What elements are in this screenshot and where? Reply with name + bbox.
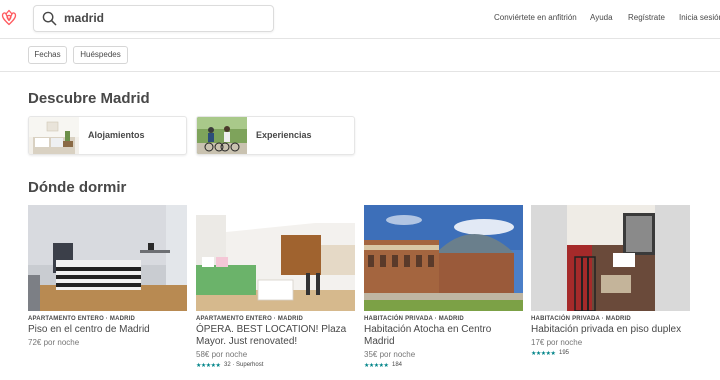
listing-kicker: APARTAMENTO ENTERO · MADRID — [196, 316, 304, 322]
listing-photo-duplex-room[interactable] — [531, 205, 690, 311]
experiences-thumbnail — [197, 117, 247, 154]
rating-stars: ★★★★★ — [531, 351, 556, 357]
search-input[interactable]: madrid — [33, 5, 274, 32]
airbnb-logo-icon[interactable] — [1, 9, 17, 27]
filter-bar: Fechas Huéspedes — [0, 39, 720, 72]
listing-title[interactable]: Piso en el centro de Madrid — [28, 324, 187, 336]
filter-guests-button[interactable]: Huéspedes — [73, 46, 128, 64]
listing-title[interactable]: Habitación privada en piso duplex — [531, 324, 690, 336]
listing-kicker: HABITACIÓN PRIVADA · MADRID — [364, 316, 464, 322]
listing-kicker: HABITACIÓN PRIVADA · MADRID — [531, 316, 631, 322]
review-count: 195 — [559, 350, 570, 356]
listing-photo-bedroom[interactable] — [28, 205, 187, 311]
listing-price: 72€ por noche — [28, 338, 80, 347]
search-icon — [42, 11, 57, 26]
discover-card-experiences[interactable]: Experiencias — [196, 116, 355, 155]
listing-title[interactable]: Habitación Atocha en Centro Madrid — [364, 324, 523, 348]
rating-stars: ★★★★★ — [196, 363, 221, 369]
nav-become-host[interactable]: Conviértete en anfitrión — [494, 13, 577, 22]
nav-login[interactable]: Inicia sesión — [679, 13, 720, 22]
discover-card-stays-label: Alojamientos — [88, 130, 145, 140]
discover-heading: Descubre Madrid — [28, 90, 150, 107]
listing-kicker: APARTAMENTO ENTERO · MADRID — [28, 316, 136, 322]
search-value: madrid — [64, 11, 105, 25]
review-count: 184 — [392, 362, 403, 368]
nav-signup[interactable]: Regístrate — [628, 13, 665, 22]
listing-photo-living-room[interactable] — [196, 205, 355, 311]
listing-title[interactable]: ÓPERA. BEST LOCATION! Plaza Mayor. Just … — [196, 324, 355, 348]
listing-price: 58€ por noche — [196, 350, 248, 359]
listing-photo-atocha-station[interactable] — [364, 205, 523, 311]
nav-help[interactable]: Ayuda — [590, 13, 613, 22]
stays-thumbnail — [29, 117, 79, 154]
listing-price: 35€ por noche — [364, 350, 416, 359]
discover-card-stays[interactable]: Alojamientos — [28, 116, 187, 155]
discover-card-experiences-label: Experiencias — [256, 130, 312, 140]
stay-heading: Dónde dormir — [28, 179, 127, 196]
top-header: madrid Conviértete en anfitrión Ayuda Re… — [0, 0, 720, 39]
rating-stars: ★★★★★ — [364, 363, 389, 369]
filter-dates-button[interactable]: Fechas — [28, 46, 67, 64]
listing-price: 17€ por noche — [531, 338, 583, 347]
review-count: 32 · Superhost — [224, 362, 264, 368]
